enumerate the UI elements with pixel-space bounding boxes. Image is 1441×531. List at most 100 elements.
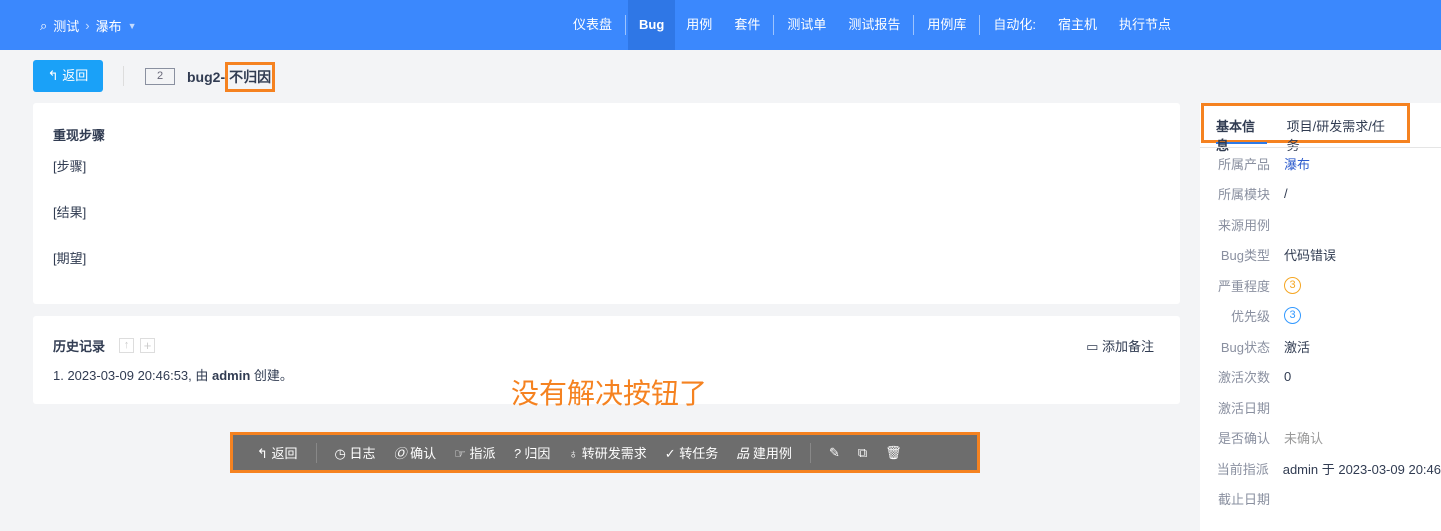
info-label: Bug状态 xyxy=(1220,339,1270,355)
product-switcher[interactable]: 瀑布 xyxy=(96,16,122,35)
label: 建用例 xyxy=(752,446,792,461)
nav-caselib[interactable]: 用例库 xyxy=(916,0,977,50)
add-note-button[interactable]: ▭ 添加备注 xyxy=(1086,336,1154,355)
info-row: 所属产品 瀑布 xyxy=(1200,148,1441,179)
tab-basic-info[interactable]: 基本信息 xyxy=(1216,116,1267,153)
attribute-button[interactable]: ? 归因 xyxy=(513,443,550,462)
info-label: 优先级 xyxy=(1230,309,1270,325)
entry-suffix: 创建。 xyxy=(250,368,293,383)
breadcrumb: ⌕ 测试 › 瀑布 ▼ xyxy=(40,16,137,35)
nav-host[interactable]: 宿主机 xyxy=(1047,0,1108,50)
chevron-right-icon: › xyxy=(85,18,90,33)
tab-project-story-task[interactable]: 项目/研发需求/任务 xyxy=(1287,116,1395,153)
toolbar-back-button[interactable]: ↰ 返回 xyxy=(257,443,298,462)
to-task-button[interactable]: ✓ 转任务 xyxy=(665,443,719,462)
nav-case[interactable]: 用例 xyxy=(675,0,723,50)
info-value: / xyxy=(1284,186,1288,202)
undo-icon: ↰ xyxy=(47,68,59,83)
nav-suite[interactable]: 套件 xyxy=(723,0,771,50)
steps-heading: 重现步骤 xyxy=(53,128,106,143)
info-label: 截止日期 xyxy=(1217,492,1270,508)
copy-icon[interactable]: ⧉ xyxy=(858,445,867,461)
title-prefix: bug2- xyxy=(187,69,226,85)
annotation-text: 没有解决按钮了 xyxy=(511,378,708,409)
title-highlight: 不归因 xyxy=(225,62,276,92)
info-row: Bug状态 激活 xyxy=(1200,331,1441,362)
info-row: 当前指派 admin 于 2023-03-09 20:46 xyxy=(1200,453,1441,484)
confirm-button[interactable]: Ⓞ 确认 xyxy=(394,443,437,462)
nav-bug[interactable]: Bug xyxy=(628,0,676,50)
info-label: 激活次数 xyxy=(1217,370,1270,386)
top-navbar: ⌕ 测试 › 瀑布 ▼ 仪表盘 Bug 用例 套件 测试单 测试报告 用例库 自… xyxy=(0,0,1441,50)
trash-icon[interactable]: 🗑 xyxy=(885,445,902,461)
create-case-button[interactable]: 品 建用例 xyxy=(736,443,792,462)
info-value: 代码错误 xyxy=(1284,248,1337,264)
info-value: 0 xyxy=(1284,369,1292,385)
back-button[interactable]: ↰ 返回 xyxy=(33,60,103,92)
check-icon: ✓ xyxy=(664,446,676,461)
info-row: 优先级 3 xyxy=(1200,301,1441,332)
info-label: Bug类型 xyxy=(1220,248,1270,264)
info-sidebar: 基本信息 项目/研发需求/任务 所属产品 瀑布 所属模块 / 来源用例 Bug类型 代码错误… xyxy=(1200,103,1441,531)
step-line: [步骤] xyxy=(53,159,87,174)
severity-flame-icon: 3 xyxy=(1284,276,1301,294)
divider xyxy=(123,66,124,86)
page-title: bug2- 不归因 xyxy=(187,62,276,92)
info-row: Bug类型 代码错误 xyxy=(1200,240,1441,271)
info-row: 是否确认 未确认 xyxy=(1200,423,1441,454)
assign-button[interactable]: ☞ 指派 xyxy=(454,443,495,462)
ok-icon: Ⓞ xyxy=(393,446,407,461)
info-label: 当前指派 xyxy=(1216,461,1269,477)
info-row: 来源用例 xyxy=(1200,209,1441,240)
label: 归因 xyxy=(524,446,551,461)
info-label: 激活日期 xyxy=(1217,400,1270,416)
entry-text: 1. 2023-03-09 20:46:53, 由 xyxy=(53,368,213,383)
sidebar-tabs: 基本信息 项目/研发需求/任务 xyxy=(1201,103,1410,153)
back-label: 返回 xyxy=(62,68,89,83)
caret-down-icon[interactable]: ▼ xyxy=(128,21,137,31)
info-row: 严重程度 3 xyxy=(1200,270,1441,301)
info-label: 是否确认 xyxy=(1217,431,1270,447)
search-icon[interactable]: ⌕ xyxy=(40,18,47,34)
label: 指派 xyxy=(469,446,496,461)
bug-id-badge: 2 xyxy=(145,68,175,85)
nav-dashboard[interactable]: 仪表盘 xyxy=(562,0,623,50)
info-label: 来源用例 xyxy=(1217,217,1270,233)
nav-automation-label: 自动化: xyxy=(993,17,1036,32)
product-link[interactable]: 瀑布 xyxy=(1284,154,1310,173)
info-row: 激活次数 0 xyxy=(1200,362,1441,393)
nav-testreport[interactable]: 测试报告 xyxy=(837,0,911,50)
comment-icon: ▭ xyxy=(1086,339,1099,354)
info-rows: 所属产品 瀑布 所属模块 / 来源用例 Bug类型 代码错误 严重程度 3 优先级 3 Bug状态 激活… xyxy=(1200,148,1441,514)
info-value: 未确认 xyxy=(1284,431,1324,447)
nav-testtask[interactable]: 测试单 xyxy=(776,0,837,50)
info-row: 所属模块 / xyxy=(1200,179,1441,210)
sitemap-icon: 品 xyxy=(736,446,750,461)
label: 返回 xyxy=(271,446,298,461)
info-label: 所属产品 xyxy=(1217,156,1270,172)
label: 日志 xyxy=(349,446,376,461)
info-label: 严重程度 xyxy=(1217,278,1270,294)
app-link[interactable]: 测试 xyxy=(53,16,79,35)
hand-icon: ☞ xyxy=(454,446,466,461)
expand-all-icon[interactable]: + xyxy=(140,338,156,353)
reverse-order-icon[interactable]: ↑ xyxy=(119,338,135,353)
add-note-label: 添加备注 xyxy=(1101,339,1154,354)
info-value: 激活 xyxy=(1284,339,1311,355)
priority-badge: 3 xyxy=(1284,307,1301,325)
lightbulb-icon: ♁ xyxy=(568,446,579,461)
log-button[interactable]: ◷ 日志 xyxy=(335,443,376,462)
entry-user: admin xyxy=(212,368,251,383)
info-row: 截止日期 xyxy=(1200,484,1441,515)
info-row: 激活日期 xyxy=(1200,392,1441,423)
edit-icon[interactable]: ✎ xyxy=(829,445,840,461)
clock-icon: ◷ xyxy=(334,446,346,461)
history-heading: 历史记录 xyxy=(53,339,106,354)
to-story-button[interactable]: ♁ 转研发需求 xyxy=(568,443,646,462)
steps-card: 重现步骤 [步骤] [结果] [期望] xyxy=(33,103,1180,304)
result-line: [结果] xyxy=(53,205,87,220)
label: 转任务 xyxy=(679,446,719,461)
nav-node[interactable]: 执行节点 xyxy=(1108,0,1182,50)
info-value: admin 于 2023-03-09 20:46 xyxy=(1282,461,1441,477)
label: 转研发需求 xyxy=(581,446,647,461)
